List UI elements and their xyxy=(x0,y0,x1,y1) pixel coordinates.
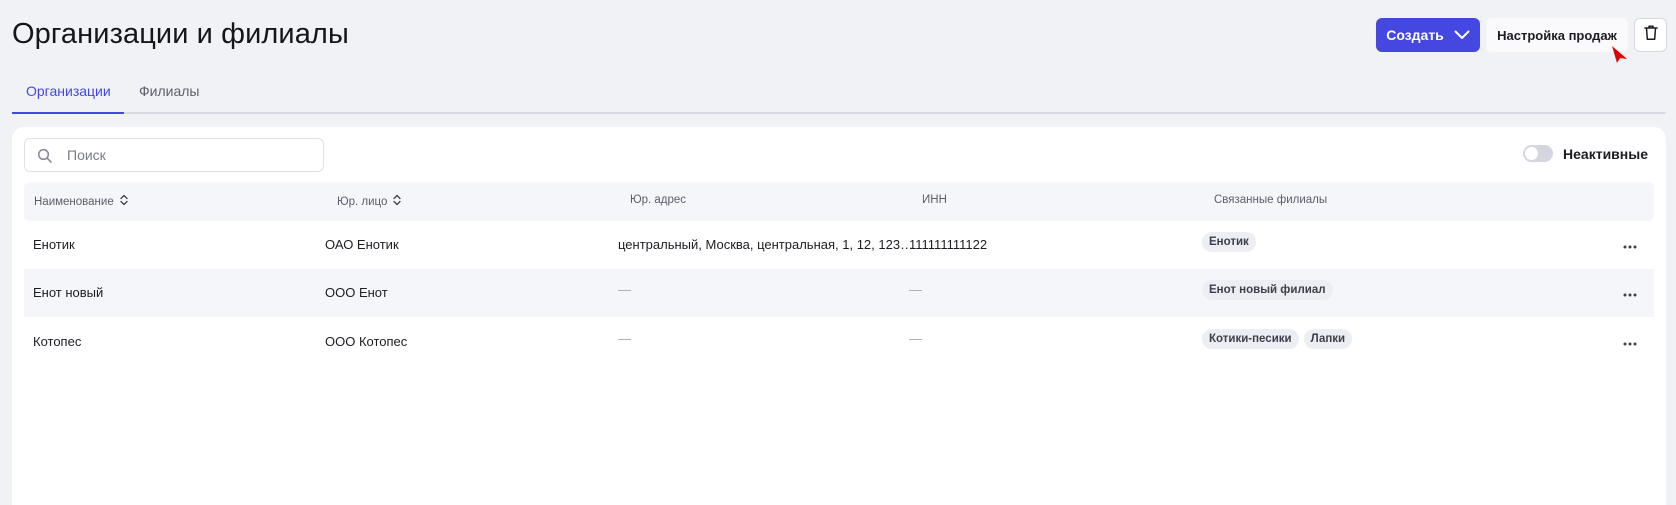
column-header-inn: ИНН xyxy=(922,194,947,206)
row-menu-button[interactable] xyxy=(1618,283,1642,303)
active-tab-indicator xyxy=(12,112,124,114)
cell-branches: Енотик xyxy=(1202,232,1261,252)
cell-address: — xyxy=(618,331,631,346)
mouse-cursor-icon xyxy=(1612,46,1628,69)
table-header: Наименование Юр. лицо Юр. адрес ИНН Связ… xyxy=(24,182,1654,221)
column-header-address: Юр. адрес xyxy=(630,194,687,206)
cell-legal-entity: ОАО Енотик xyxy=(325,237,399,252)
row-menu-button[interactable] xyxy=(1618,235,1642,255)
column-header-label: Наименование xyxy=(34,195,114,208)
column-header-label: Юр. лицо xyxy=(337,195,388,208)
branch-chip: Енот новый филиал xyxy=(1202,280,1333,300)
table-row[interactable]: Енот новый ООО Енот — — Енот новый филиа… xyxy=(24,269,1654,317)
search-placeholder: Поиск xyxy=(67,147,106,163)
column-header-name[interactable]: Наименование xyxy=(34,194,128,209)
tab-bar: Организации Филиалы xyxy=(12,74,1666,114)
cell-name: Енотик xyxy=(33,237,75,252)
cell-address: центральный, Москва, центральная, 1, 12,… xyxy=(618,237,914,252)
chevron-down-icon xyxy=(1454,30,1470,40)
search-field[interactable]: Поиск xyxy=(24,138,324,172)
create-button[interactable]: Создать xyxy=(1376,18,1480,52)
column-header-branches: Связанные филиалы xyxy=(1214,194,1328,206)
more-icon xyxy=(1623,333,1637,351)
cell-name: Енот новый xyxy=(33,285,104,300)
delete-button[interactable] xyxy=(1634,18,1667,52)
sales-settings-button[interactable]: Настройка продаж xyxy=(1486,18,1628,52)
branch-chip: Котики-песики xyxy=(1202,329,1299,349)
organizations-panel: Поиск Неактивные Наименование Юр. лицо Ю… xyxy=(12,127,1666,505)
more-icon xyxy=(1623,284,1637,302)
table-row[interactable]: Енотик ОАО Енотик центральный, Москва, ц… xyxy=(24,221,1654,269)
inactive-filter: Неактивные xyxy=(1523,145,1648,162)
cell-branches: Котики-песики Лапки xyxy=(1202,329,1357,349)
cell-inn: — xyxy=(909,282,922,297)
inactive-toggle[interactable] xyxy=(1523,145,1554,162)
sort-icon xyxy=(120,194,128,209)
row-menu-button[interactable] xyxy=(1618,332,1642,352)
cell-branches: Енот новый филиал xyxy=(1202,280,1338,300)
tab-organizations[interactable]: Организации xyxy=(26,83,111,99)
toggle-knob xyxy=(1525,147,1539,160)
cell-inn: — xyxy=(909,331,922,346)
cell-address: — xyxy=(618,282,631,297)
create-button-label: Создать xyxy=(1386,27,1444,43)
trash-icon xyxy=(1643,24,1659,46)
cell-legal-entity: ООО Енот xyxy=(325,285,388,300)
search-icon xyxy=(37,148,53,169)
page-title: Организации и филиалы xyxy=(12,18,349,50)
sort-icon xyxy=(393,194,402,209)
table-row[interactable]: Котопес ООО Котопес — — Котики-песики Лап… xyxy=(24,318,1654,366)
more-icon xyxy=(1623,236,1637,254)
cell-legal-entity: ООО Котопес xyxy=(325,334,408,349)
tab-branches[interactable]: Филиалы xyxy=(139,83,199,99)
branch-chip: Енотик xyxy=(1202,232,1256,252)
cell-name: Котопес xyxy=(33,334,82,349)
column-header-legal-entity[interactable]: Юр. лицо xyxy=(337,194,402,209)
cell-inn: 111111111122 xyxy=(909,237,988,252)
branch-chip: Лапки xyxy=(1303,329,1353,349)
inactive-toggle-label: Неактивные xyxy=(1563,145,1648,162)
